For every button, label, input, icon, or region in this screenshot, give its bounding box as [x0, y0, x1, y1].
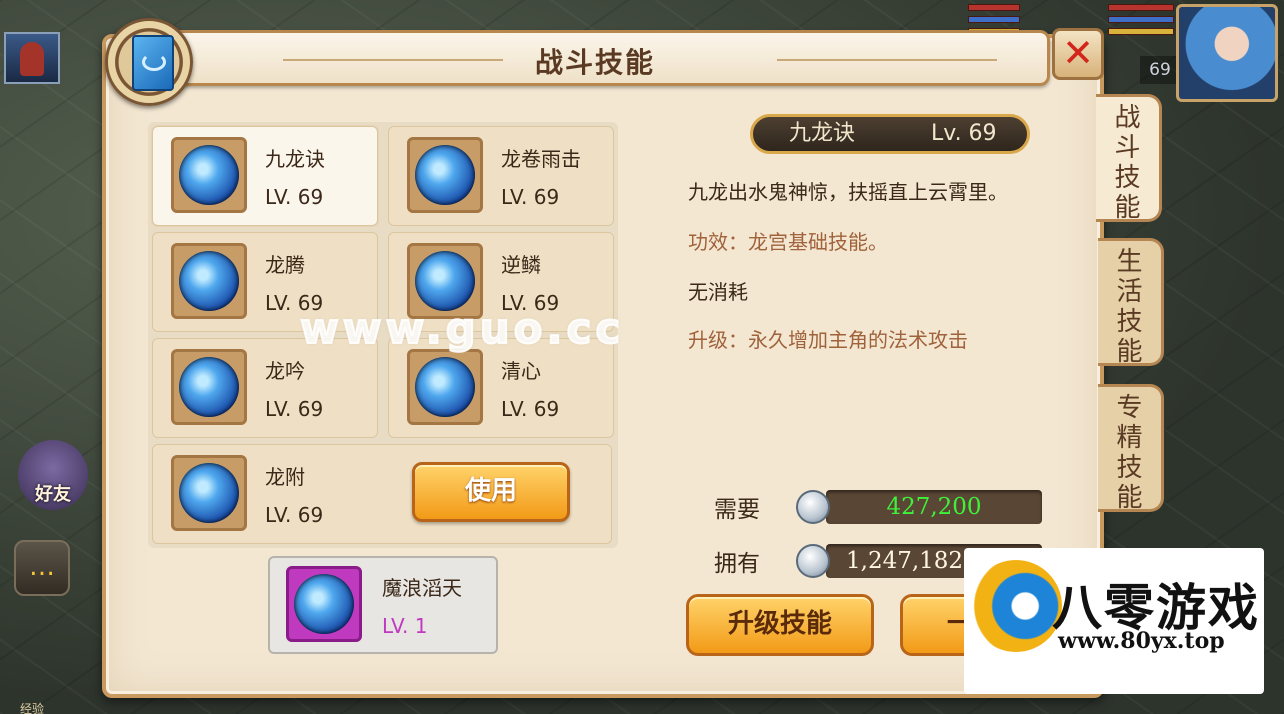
site-logo-overlay: 八零游戏 www.80yx.top	[964, 548, 1264, 694]
skill-level: LV. 69	[265, 397, 324, 421]
skill-icon	[171, 349, 247, 425]
skill-level: LV. 69	[265, 503, 324, 527]
tab-char: 技	[1116, 307, 1143, 337]
need-label: 需要	[714, 497, 760, 523]
skill-name: 龙腾	[265, 253, 305, 277]
silver-coin-icon	[796, 544, 830, 578]
player-portrait[interactable]	[1176, 4, 1278, 102]
tab-char: 生	[1116, 247, 1143, 277]
tab-char: 能	[1116, 337, 1143, 367]
skill-icon	[171, 137, 247, 213]
tab-char: 战	[1114, 103, 1141, 133]
skill-upgrade-info: 升级：永久增加主角的法术攻击	[688, 328, 968, 352]
exp-label: 经验	[20, 702, 45, 714]
skill-book-icon	[105, 18, 193, 106]
skill-icon	[171, 243, 247, 319]
logo-swirl-icon	[970, 560, 1062, 652]
tab-char: 活	[1116, 277, 1143, 307]
skill-card-longjuanyuji[interactable]: 龙卷雨击 LV. 69	[388, 126, 614, 226]
chat-button[interactable]: …	[14, 540, 70, 596]
skill-card-longyin[interactable]: 龙吟 LV. 69	[152, 338, 378, 438]
close-button[interactable]: ✕	[1052, 28, 1104, 80]
selected-skill-name: 九龙诀	[789, 121, 856, 146]
own-label: 拥有	[714, 551, 760, 577]
skill-description: 九龙出水鬼神惊，扶摇直上云霄里。	[688, 180, 1008, 204]
skill-card-jiulongjue[interactable]: 九龙诀 LV. 69	[152, 126, 378, 226]
skill-level: LV. 69	[501, 397, 560, 421]
tab-char: 精	[1116, 423, 1143, 453]
silver-coin-icon	[796, 490, 830, 524]
skill-name: 逆鳞	[501, 253, 541, 277]
selected-skill-level: Lv. 69	[931, 121, 997, 146]
skill-name: 龙吟	[265, 359, 305, 383]
tab-specialty-skills[interactable]: 专 精 技 能	[1098, 384, 1164, 513]
tab-char: 能	[1116, 483, 1143, 513]
player-status-bars	[1108, 4, 1174, 44]
special-skill-card[interactable]: 魔浪滔天 LV. 1	[268, 556, 498, 654]
skill-name: 龙附	[265, 465, 305, 489]
skill-name: 九龙诀	[265, 147, 325, 171]
upgrade-skill-button[interactable]: 升级技能	[686, 594, 874, 656]
skill-icon	[407, 137, 483, 213]
skill-icon	[171, 455, 247, 531]
tab-life-skills[interactable]: 生 活 技 能	[1098, 238, 1164, 367]
panel-title: 战斗技能	[534, 46, 655, 79]
skill-icon	[407, 349, 483, 425]
skill-level: LV. 69	[265, 185, 324, 209]
tab-char: 能	[1114, 193, 1141, 223]
tab-battle-skills[interactable]: 战 斗 技 能	[1096, 94, 1162, 223]
selected-skill-header: 九龙诀 Lv. 69	[750, 114, 1030, 154]
use-button[interactable]: 使用	[412, 462, 570, 522]
tab-char: 专	[1116, 393, 1143, 423]
skill-effect: 功效：龙宫基础技能。	[688, 230, 888, 254]
tab-char: 技	[1116, 453, 1143, 483]
close-icon: ✕	[1062, 31, 1094, 75]
site-watermark: www.guo.cc	[299, 303, 625, 354]
player-avatar-small[interactable]	[4, 32, 60, 84]
player-level: 69	[1140, 56, 1180, 84]
chat-icon: …	[29, 552, 55, 582]
skill-level: LV. 69	[501, 185, 560, 209]
skill-card-qingxin[interactable]: 清心 LV. 69	[388, 338, 614, 438]
tab-char: 技	[1114, 163, 1141, 193]
tab-char: 斗	[1114, 133, 1141, 163]
skill-level: LV. 1	[382, 614, 428, 638]
logo-url: www.80yx.top	[1058, 628, 1225, 654]
need-value: 427,200	[826, 490, 1042, 524]
skill-name: 龙卷雨击	[501, 147, 581, 171]
skill-name: 清心	[501, 359, 541, 383]
friends-button[interactable]: 好友	[18, 440, 88, 510]
title-bar: 战斗技能	[140, 30, 1050, 86]
skill-name: 魔浪滔天	[382, 576, 462, 600]
friends-label: 好友	[35, 484, 71, 505]
skill-icon	[286, 566, 362, 642]
skill-cost: 无消耗	[688, 280, 748, 304]
